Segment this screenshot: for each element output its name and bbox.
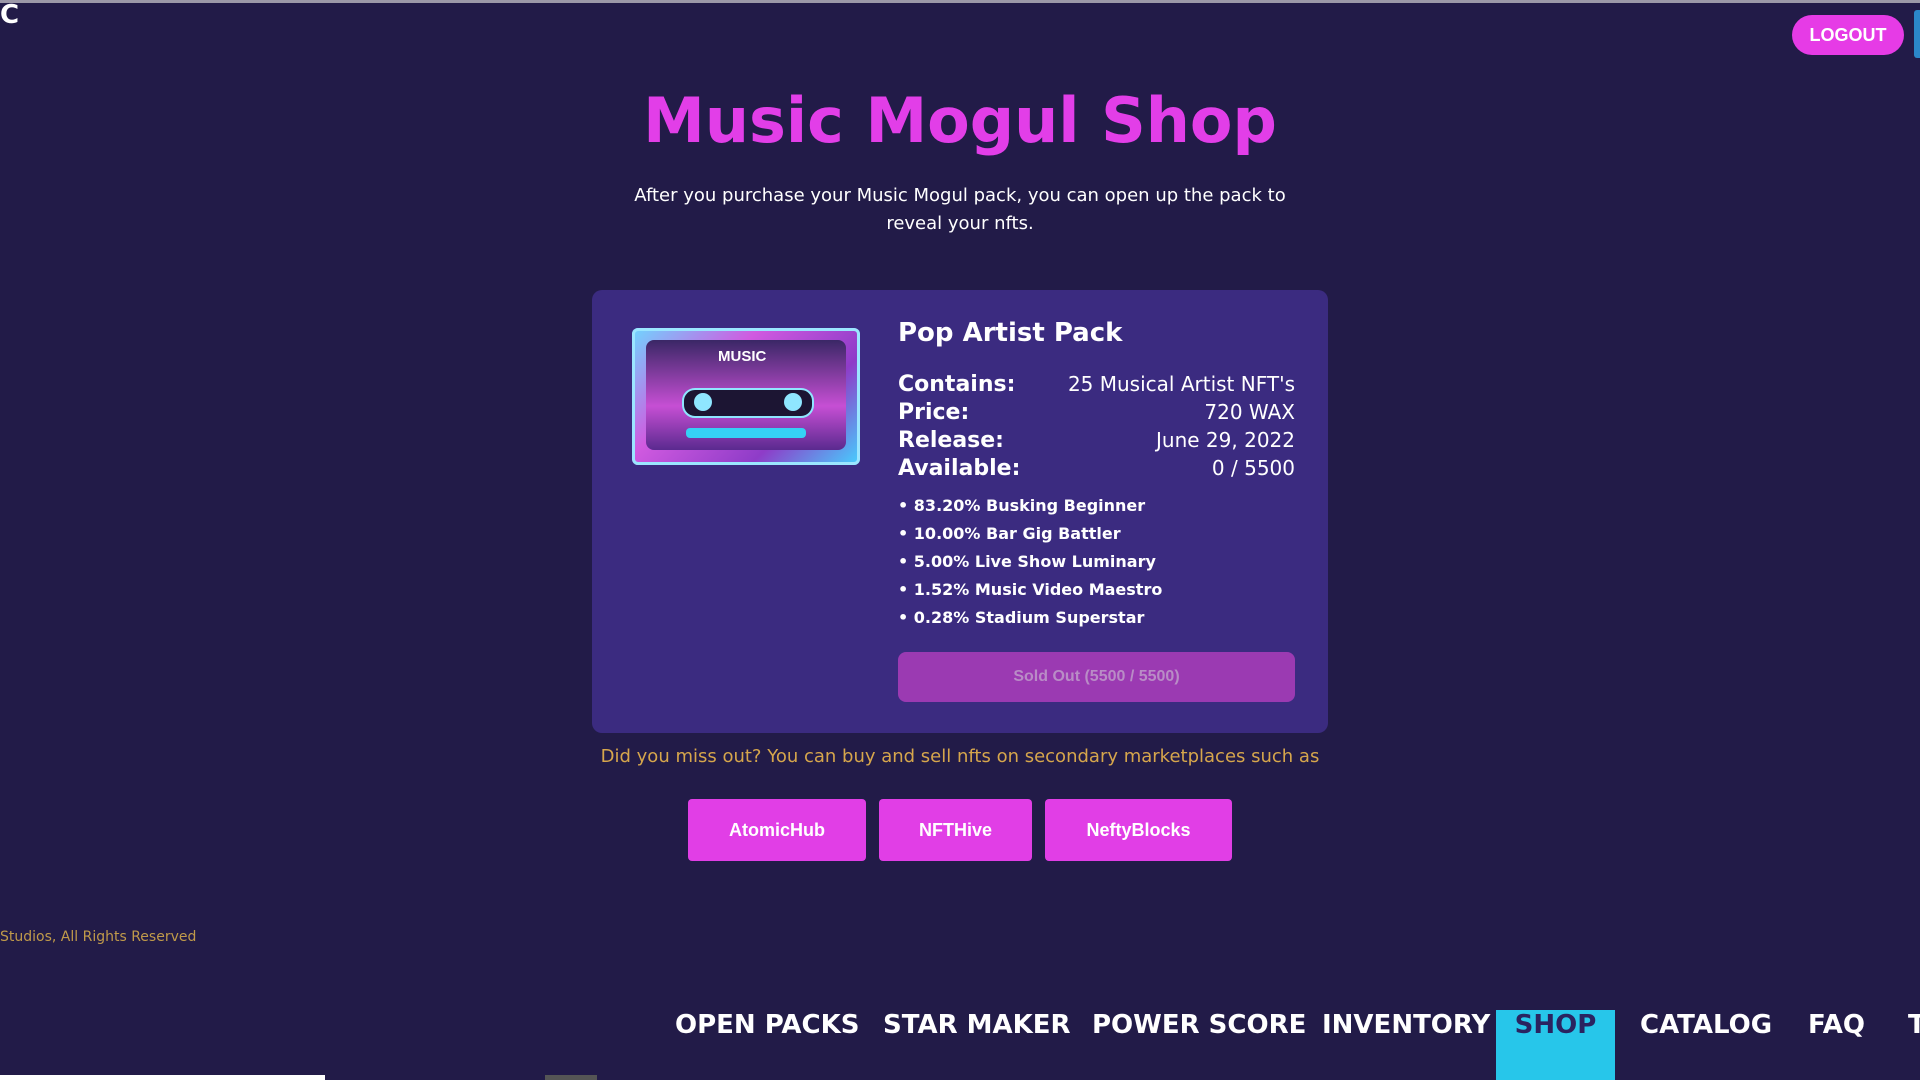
corner-logo-fragment: C <box>0 0 20 30</box>
cassette-icon: MUSIC <box>646 340 846 450</box>
info-price: Price: 720 WAX <box>898 399 1295 425</box>
scrollbar-thumb[interactable] <box>545 1075 597 1080</box>
pack-card: MUSIC Pop Artist Pack Contains: 25 Music… <box>592 290 1328 733</box>
odds-item: • 10.00% Bar Gig Battler <box>898 524 1121 543</box>
pack-image: MUSIC <box>632 328 860 465</box>
nfthive-button[interactable]: NFTHive <box>879 799 1032 861</box>
horizontal-scrollbar[interactable] <box>0 1075 325 1080</box>
pack-odds-list: • 83.20% Busking Beginner • 10.00% Bar G… <box>898 492 1162 632</box>
nav-inventory[interactable]: INVENTORY <box>1322 1010 1490 1080</box>
odds-item: • 0.28% Stadium Superstar <box>898 608 1145 627</box>
odds-item: • 5.00% Live Show Luminary <box>898 552 1156 571</box>
top-edge-line <box>0 0 1920 3</box>
scrollbar-fragment[interactable] <box>1914 10 1920 58</box>
page-subtitle: After you purchase your Music Mogul pack… <box>634 185 1286 234</box>
nav-faq[interactable]: FAQ <box>1808 1010 1865 1080</box>
odds-item: • 83.20% Busking Beginner <box>898 496 1146 515</box>
info-release: Release: June 29, 2022 <box>898 427 1295 453</box>
nav-catalog[interactable]: CATALOG <box>1640 1010 1772 1080</box>
pack-name: Pop Artist Pack <box>898 318 1123 348</box>
pack-info: Contains: 25 Musical Artist NFT's Price:… <box>898 370 1295 482</box>
logout-button[interactable]: LOGOUT <box>1792 15 1904 55</box>
pack-image-label: MUSIC <box>718 348 767 365</box>
nav-shop[interactable]: SHOP <box>1496 1010 1615 1080</box>
page-title: Music Mogul Shop <box>643 84 1277 157</box>
nav-open-packs[interactable]: OPEN PACKS <box>675 1010 859 1080</box>
nav-star-maker[interactable]: STAR MAKER <box>883 1010 1071 1080</box>
bottom-nav: OPEN PACKS STAR MAKER POWER SCORE INVENT… <box>0 1010 1920 1080</box>
secondary-market-text: Did you miss out? You can buy and sell n… <box>600 746 1320 767</box>
info-available: Available: 0 / 5500 <box>898 455 1295 481</box>
copyright-text: Studios, All Rights Reserved <box>0 929 197 945</box>
info-contains: Contains: 25 Musical Artist NFT's <box>898 371 1295 397</box>
sold-out-button[interactable]: Sold Out (5500 / 5500) <box>898 652 1295 702</box>
nav-power-score[interactable]: POWER SCORE <box>1092 1010 1306 1080</box>
odds-item: • 1.52% Music Video Maestro <box>898 580 1163 599</box>
atomichub-button[interactable]: AtomicHub <box>688 799 866 861</box>
neftyblocks-button[interactable]: NeftyBlocks <box>1045 799 1232 861</box>
nav-truncated-item[interactable]: T <box>1908 1010 1920 1080</box>
